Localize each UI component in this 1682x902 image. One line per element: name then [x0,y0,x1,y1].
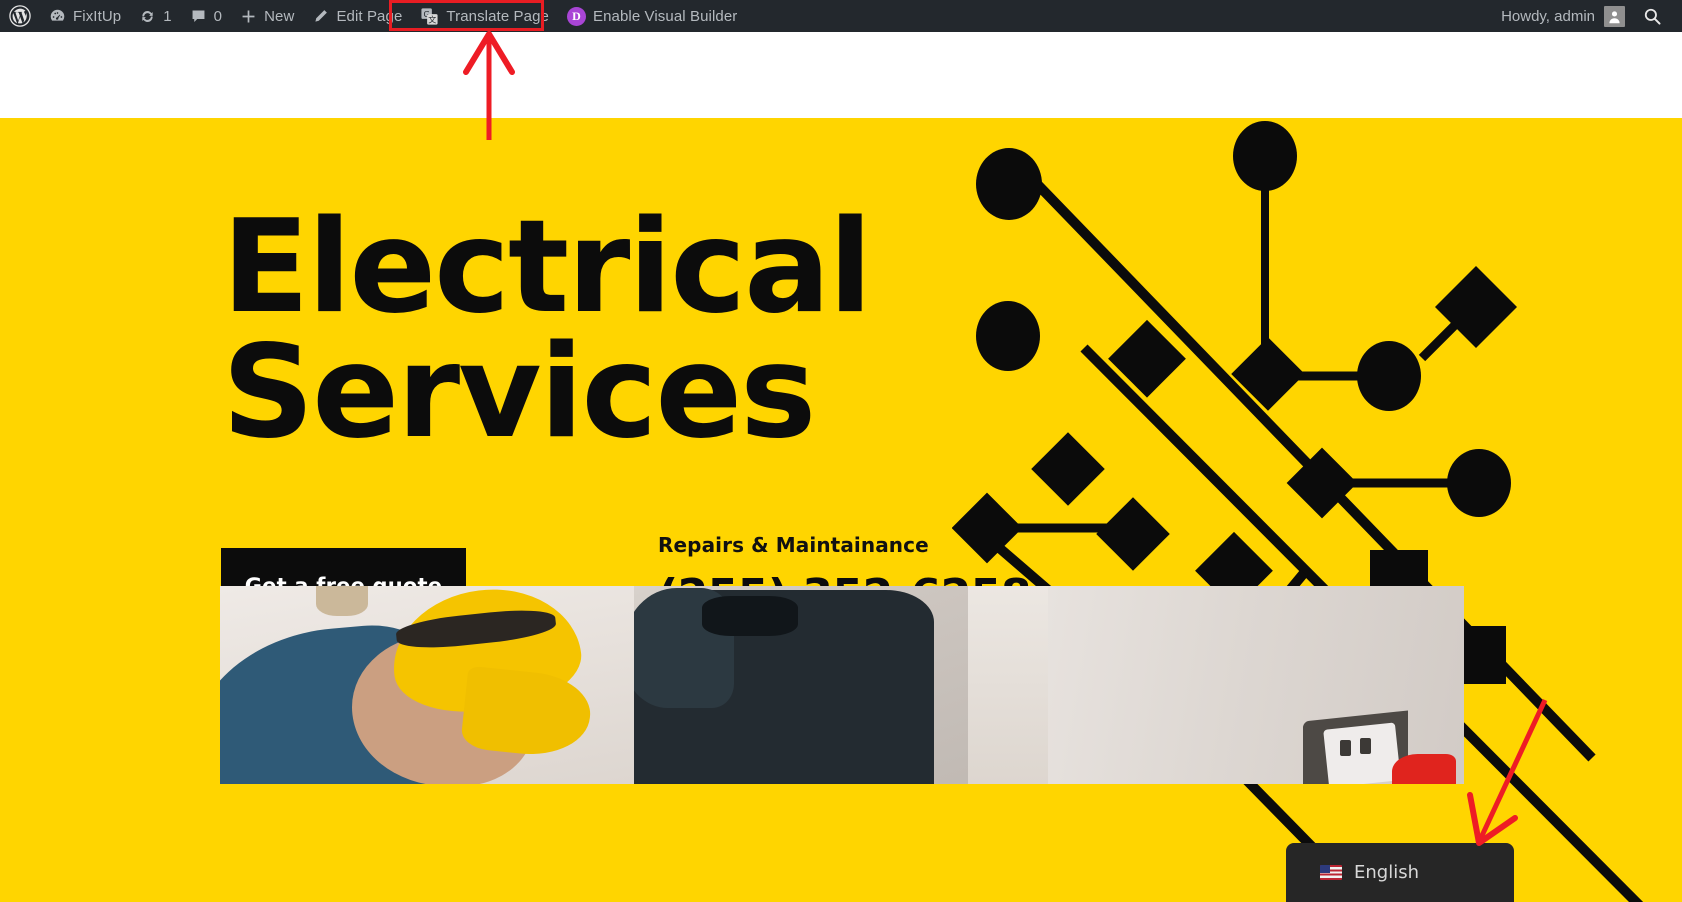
dashboard-icon [49,8,66,25]
phone-label: Repairs & Maintainance [658,533,929,557]
admin-bar-my-account[interactable]: Howdy, admin [1493,5,1633,27]
hero-section: Electrical Services Get a free quote Rep… [0,118,1682,902]
admin-bar-edit-page[interactable]: Edit Page [303,0,411,32]
admin-bar-site-name[interactable]: FixItUp [40,0,130,32]
admin-bar-comments[interactable]: 0 [181,0,231,32]
svg-text:文: 文 [429,14,437,24]
plus-icon [240,8,257,25]
language-switcher[interactable]: English [1286,843,1514,902]
photo-detail [1360,738,1371,754]
new-content-label: New [264,7,295,25]
site-header [0,32,1682,118]
photo-worker-hardhat [220,586,634,784]
photo-dark-jacket [634,586,1048,784]
wordpress-logo-icon [9,5,31,27]
comments-count: 0 [213,7,223,25]
updates-refresh-icon [139,8,156,25]
edit-page-label: Edit Page [336,7,403,25]
admin-bar-translate-page[interactable]: G 文 Translate Page [411,0,558,32]
photo-detail [1340,740,1351,756]
site-name-label: FixItUp [73,7,122,25]
pencil-icon [312,8,329,25]
circuit-graphic [952,121,1644,902]
photo-detail [702,596,798,636]
page-root: FixItUp 1 0 New Edit Page G 文 Translate … [0,0,1682,902]
updates-count: 1 [163,7,172,25]
photo-outlet-repair [1048,586,1464,784]
photo-detail [316,586,368,616]
us-flag-icon [1320,865,1342,880]
admin-bar-right-group: Howdy, admin [1493,5,1682,27]
admin-bar-enable-visual-builder[interactable]: D Enable Visual Builder [558,0,746,32]
admin-bar-search-button[interactable] [1633,7,1674,26]
wp-admin-bar: FixItUp 1 0 New Edit Page G 文 Translate … [0,0,1682,32]
admin-bar-new-content[interactable]: New [231,0,303,32]
admin-bar-updates[interactable]: 1 [130,0,180,32]
hero-title-line-1: Electrical [222,193,872,342]
enable-visual-builder-label: Enable Visual Builder [592,7,738,25]
photo-detail [968,586,1048,784]
language-switcher-label: English [1354,862,1419,883]
translate-page-label: Translate Page [446,7,549,25]
admin-bar-wp-logo[interactable] [0,0,40,32]
search-icon [1644,8,1661,25]
hero-title-line-2: Services [222,318,816,468]
comment-bubble-icon [190,8,207,25]
avatar [1604,5,1625,27]
photo-detail [1392,754,1456,784]
photo-strip [220,586,1464,784]
photo-detail [460,665,594,761]
divi-logo-icon: D [566,6,586,26]
hero-title: Electrical Services [222,193,872,468]
howdy-label: Howdy, admin [1501,7,1595,25]
translate-icon: G 文 [420,7,439,26]
